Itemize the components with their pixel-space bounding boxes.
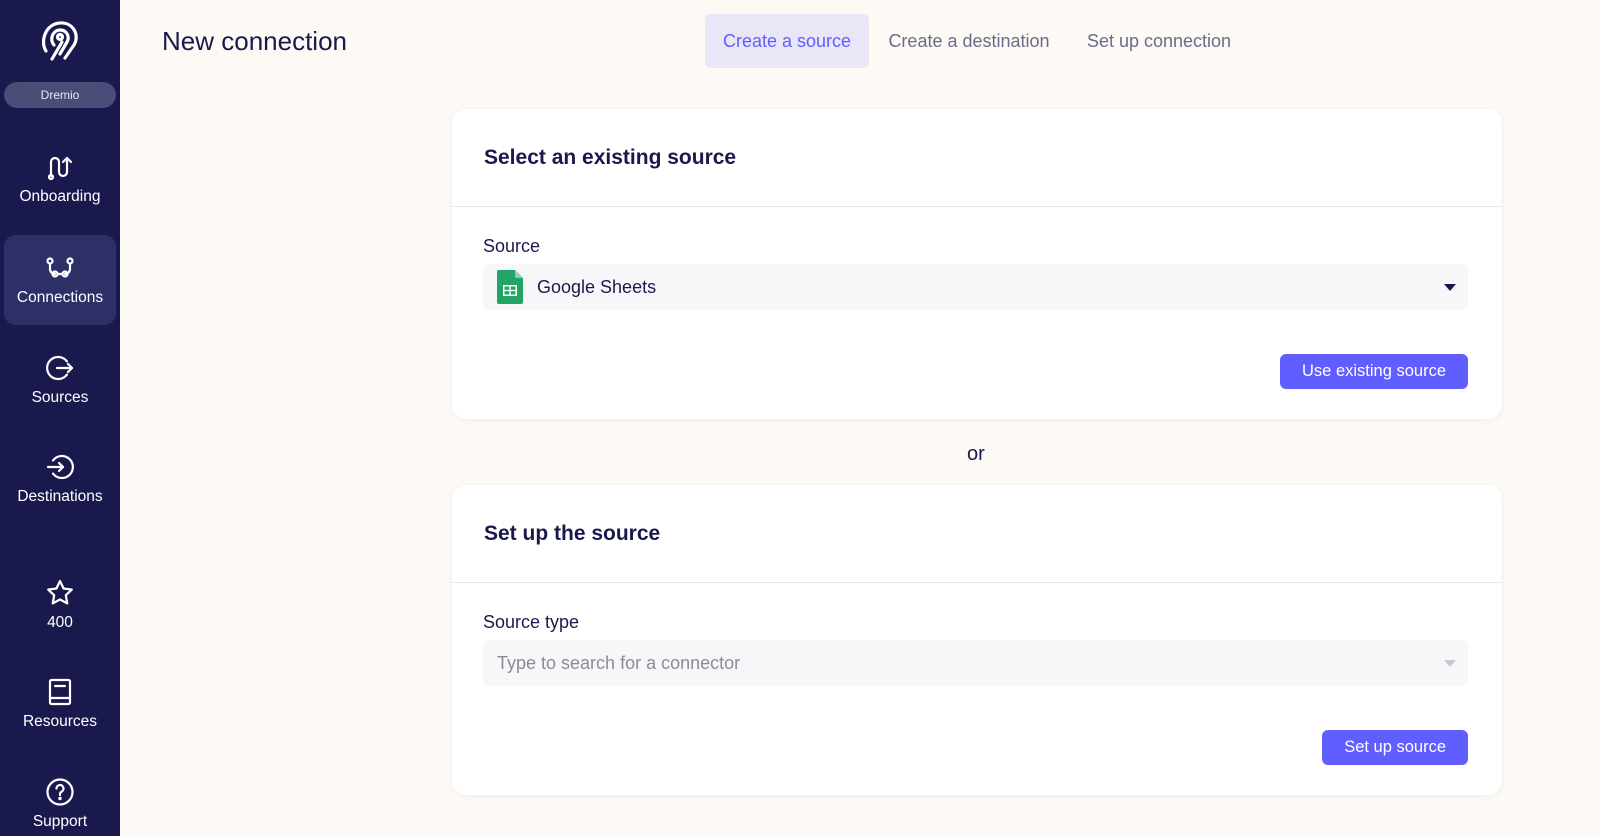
chevron-down-icon (1444, 284, 1456, 291)
source-select[interactable]: Google Sheets (483, 264, 1468, 310)
existing-source-card: Select an existing source Source Google … (452, 109, 1502, 419)
page-title: New connection (162, 26, 347, 56)
chevron-down-icon (1444, 660, 1456, 667)
divider-text: or (967, 443, 985, 465)
source-type-placeholder: Type to search for a connector (497, 652, 741, 673)
source-type-select[interactable]: Type to search for a connector (483, 640, 1468, 686)
google-sheets-icon (497, 270, 523, 304)
sidebar-item-label: Support (32, 813, 88, 830)
destinations-icon (46, 454, 74, 480)
card-title: Select an existing source (452, 109, 1502, 207)
use-existing-source-button[interactable]: Use existing source (1280, 354, 1468, 389)
source-select-value: Google Sheets (537, 276, 657, 297)
sidebar-item-label: Onboarding (19, 188, 101, 205)
connections-icon (46, 257, 74, 278)
sidebar-item-onboarding[interactable]: Onboarding (4, 134, 116, 224)
source-type-field-label: Source type (483, 612, 580, 632)
new-source-card: Set up the source Source type Type to se… (452, 485, 1502, 795)
sidebar-item-label: 400 (47, 614, 73, 631)
onboarding-icon (47, 156, 73, 181)
sidebar-item-label: Resources (22, 713, 98, 730)
sidebar: Dremio Onboarding Connections Sources De… (0, 0, 120, 836)
sidebar-item-resources[interactable]: Resources (4, 659, 116, 749)
step-create-source: Create a source (705, 14, 869, 68)
sources-icon (46, 355, 74, 381)
sidebar-item-label: Connections (16, 289, 104, 306)
sidebar-item-destinations[interactable]: Destinations (4, 434, 116, 524)
step-create-destination: Create a destination (888, 30, 1050, 51)
sidebar-item-credits[interactable]: 400 (4, 560, 116, 650)
sidebar-item-label: Destinations (17, 488, 103, 505)
sidebar-item-connections[interactable]: Connections (4, 235, 116, 325)
book-icon (48, 678, 72, 706)
set-up-source-button[interactable]: Set up source (1322, 730, 1468, 765)
star-icon (47, 579, 73, 605)
sidebar-item-support[interactable]: Support (4, 759, 116, 836)
step-set-up-connection: Set up connection (1086, 30, 1232, 51)
help-icon (46, 778, 74, 806)
sidebar-item-sources[interactable]: Sources (4, 335, 116, 425)
card-title: Set up the source (452, 485, 1502, 583)
airbyte-logo-icon[interactable] (38, 18, 82, 62)
sidebar-item-label: Sources (31, 389, 89, 406)
workspace-switcher[interactable]: Dremio (4, 82, 116, 108)
source-field-label: Source (483, 236, 541, 256)
